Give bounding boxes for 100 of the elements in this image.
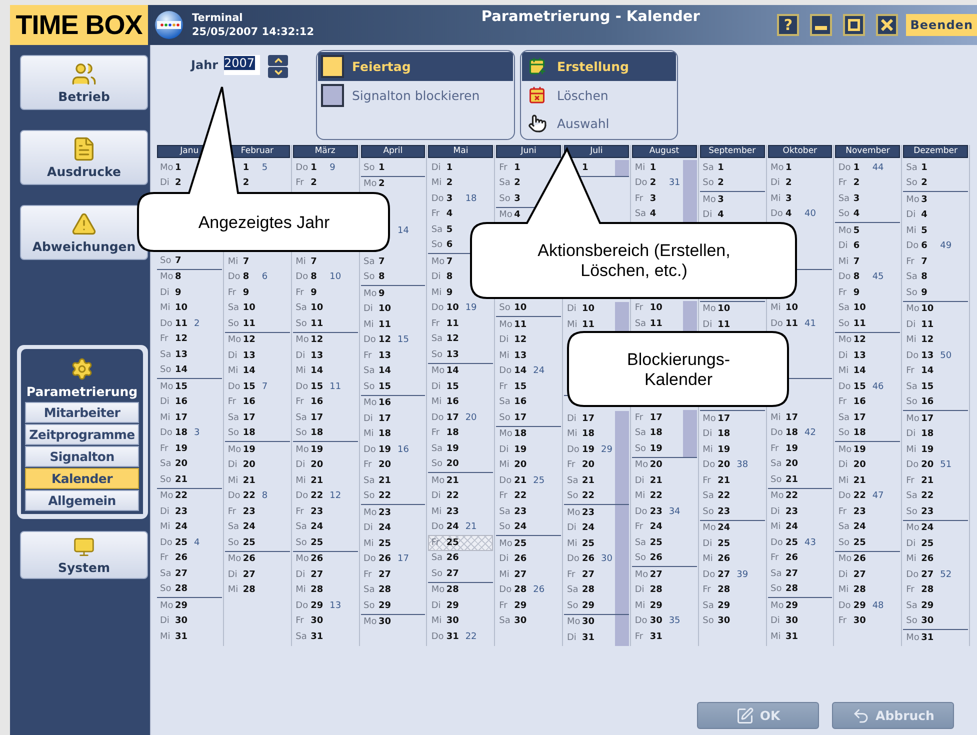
action-item[interactable]: Erstellung	[522, 52, 676, 81]
spin-down-button[interactable]	[268, 67, 288, 78]
action-item[interactable]: Löschen	[522, 80, 676, 110]
day-number: 2	[718, 178, 725, 188]
day-number: 16	[921, 397, 935, 408]
weekday-label: Mo	[296, 554, 310, 564]
day-number: 25	[446, 538, 460, 548]
submenu-item[interactable]: Signalton	[25, 446, 139, 467]
weekday-label: Fr	[634, 303, 644, 314]
weekday-label: Mo	[160, 600, 174, 611]
sidebar-item[interactable]: System	[20, 531, 148, 579]
week-number: 29	[601, 444, 612, 455]
close-icon	[881, 19, 894, 31]
day-number: 28	[175, 584, 189, 594]
action-item[interactable]: Auswahl	[522, 109, 676, 138]
weekday-label: Fr	[160, 444, 170, 454]
submenu-item[interactable]: Zeitprogramme	[25, 424, 139, 445]
month-header: November	[835, 145, 900, 158]
weekday-label: So	[296, 318, 308, 329]
day-number: 3	[514, 194, 522, 204]
day-number: 21	[786, 474, 800, 485]
day-number: 25	[242, 538, 256, 548]
weekday-label: So	[364, 162, 376, 173]
sidebar-item[interactable]: Betrieb	[20, 55, 148, 110]
exit-button[interactable]: Beenden	[906, 14, 977, 36]
day-number: 26	[582, 554, 596, 564]
sidebar-item[interactable]: Parametrierung	[21, 349, 143, 401]
weekday-label: Sa	[634, 209, 648, 220]
minimize-button[interactable]	[810, 14, 832, 36]
sidebar-item[interactable]: Ausdrucke	[20, 130, 148, 185]
weekday-label: Sa	[431, 334, 444, 344]
submenu-item[interactable]: Mitarbeiter	[25, 402, 139, 423]
day-number: 15	[853, 382, 867, 392]
day-number: 17	[175, 412, 189, 423]
weekday-label: Di	[431, 162, 442, 173]
help-button[interactable]: ?	[777, 14, 800, 36]
day-number: 28	[446, 585, 460, 596]
week-number: 38	[736, 460, 748, 470]
day-number: 18	[175, 428, 189, 438]
week-number: 39	[736, 570, 748, 580]
weekday-label: Di	[567, 632, 578, 643]
day-number: 30	[514, 616, 528, 626]
day-number: 14	[921, 366, 935, 376]
day-number: 27	[582, 570, 596, 580]
day-number: 18	[650, 428, 664, 438]
day-number: 1	[514, 162, 522, 173]
day-number: 13	[446, 350, 460, 360]
day-number: 3	[718, 194, 725, 205]
weekday-label: Do	[770, 318, 784, 329]
chevron-down-icon	[272, 67, 284, 78]
day-number: 10	[378, 304, 392, 314]
day-number: 19	[378, 444, 392, 455]
day-number: 26	[853, 554, 867, 564]
day-number: 18	[718, 429, 732, 440]
day-number: 11	[921, 320, 935, 330]
day-number: 12	[310, 335, 324, 346]
weekday-label: Do	[838, 600, 852, 611]
day-number: 16	[310, 397, 324, 408]
weekday-label: Di	[160, 178, 170, 188]
weekday-label: So	[364, 600, 376, 611]
year-field[interactable]: 2007	[224, 55, 260, 75]
weekday-label: Mi	[296, 585, 307, 596]
month-header: August	[632, 145, 697, 158]
terminal-label: Terminal	[192, 11, 244, 25]
day-number: 2	[175, 178, 182, 188]
sidebar-item[interactable]: Abweichungen	[20, 205, 148, 260]
week-number: 47	[872, 491, 884, 502]
weekday-label: Fr	[296, 397, 305, 408]
weekday-label: Mi	[296, 476, 307, 486]
submenu-item[interactable]: Kalender	[25, 468, 139, 489]
spin-up-button[interactable]	[268, 55, 288, 66]
weekday-label: Do	[160, 428, 174, 438]
weekday-label: Mi	[906, 444, 918, 455]
close-button[interactable]	[876, 14, 898, 36]
legend-item[interactable]: Feiertag	[318, 52, 513, 81]
weekday-label: Mo	[364, 617, 378, 628]
weekday-label: Mi	[770, 412, 782, 423]
day-number: 26	[786, 553, 800, 564]
submenu-item[interactable]: Allgemein	[25, 490, 139, 511]
weekday-label: Mo	[838, 226, 853, 236]
day-number: 19	[786, 444, 800, 454]
day-number: 4	[514, 210, 522, 220]
day-number: 25	[921, 538, 935, 549]
weekday-label: Mi	[702, 444, 714, 455]
day-number: 11	[378, 320, 392, 330]
legend-item[interactable]: Signalton blockieren	[318, 81, 513, 110]
weekday-label: Fr	[431, 428, 441, 438]
day-number: 22	[786, 491, 800, 502]
day-number: 19	[175, 444, 189, 454]
week-number: 42	[804, 428, 816, 438]
day-number: 19	[650, 444, 664, 454]
maximize-button[interactable]	[843, 14, 866, 36]
weekday-label: Mi	[431, 397, 443, 408]
day-number: 24	[310, 522, 324, 532]
day-number: 2	[853, 178, 861, 188]
day-number: 13	[242, 350, 256, 361]
day-number: 10	[786, 303, 800, 314]
weekday-label: So	[906, 506, 918, 517]
weekday-label: Di	[906, 320, 917, 330]
day-number: 3	[786, 194, 793, 204]
